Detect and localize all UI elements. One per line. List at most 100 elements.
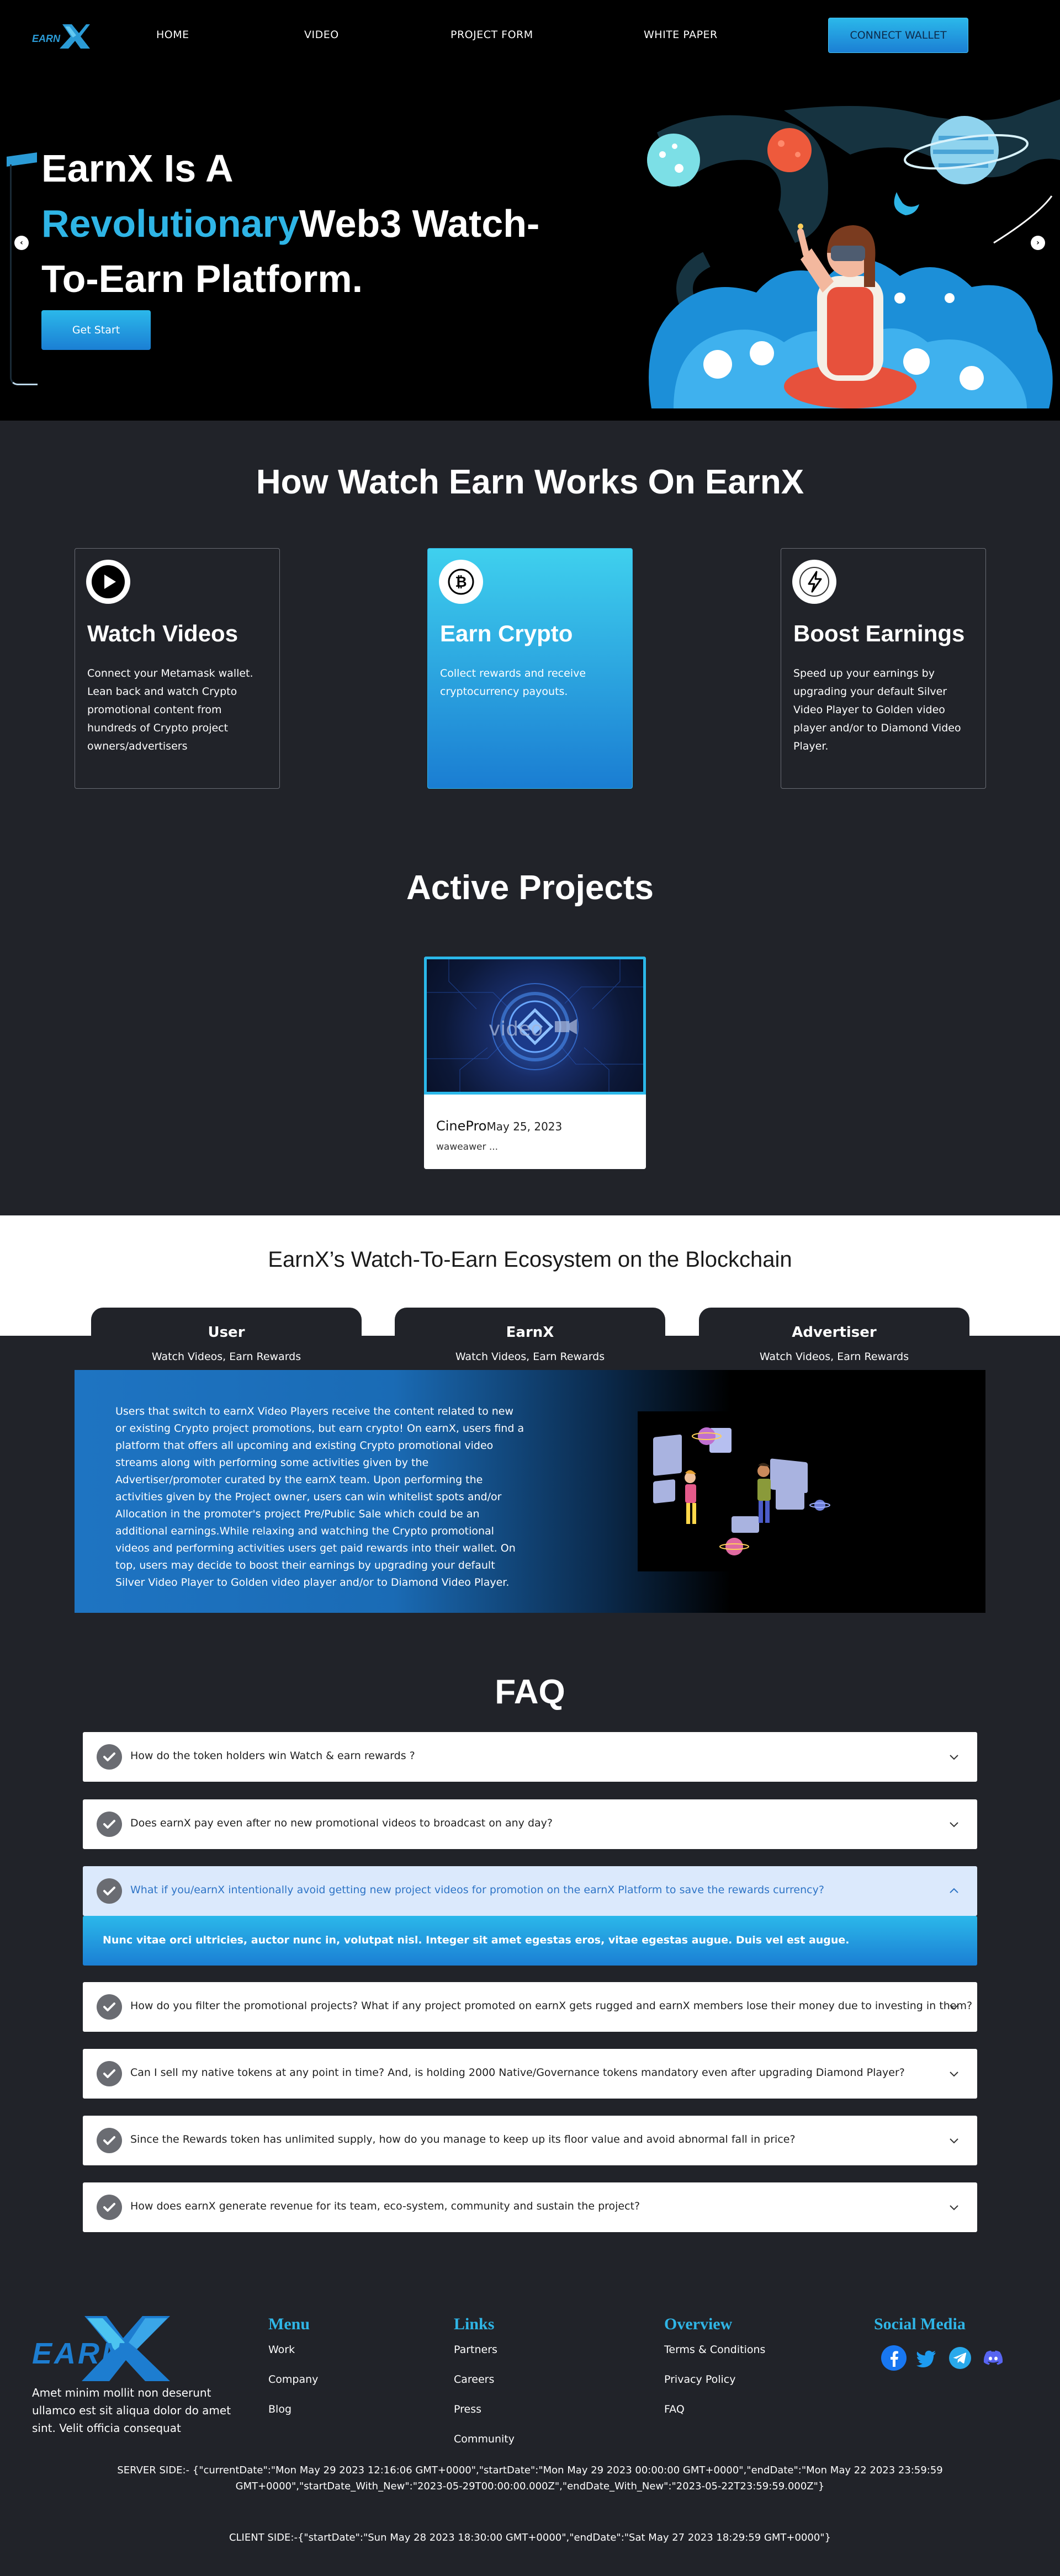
hero-title-line2: Web3 Watch- — [299, 202, 540, 245]
hero-title-line3: To-Earn Platform. — [41, 257, 363, 300]
nav-link-home[interactable]: HOME — [156, 29, 189, 41]
chevron-up-icon[interactable] — [947, 1884, 961, 1898]
ecosystem-panel: Users that switch to earnX Video Players… — [75, 1370, 985, 1613]
chevron-down-icon[interactable] — [947, 2000, 961, 2014]
tab-subtitle: Watch Videos, Earn Rewards — [759, 1351, 909, 1363]
footer-about-text: Amet minim mollit non deserunt ullamco e… — [32, 2386, 231, 2435]
project-card[interactable]: video CineProMay 25, 2023 waweawer ... — [424, 957, 646, 1169]
facebook-icon[interactable] — [881, 2345, 907, 2371]
chevron-down-icon[interactable] — [947, 1750, 961, 1764]
faq-item[interactable]: How does earnX generate revenue for its … — [83, 2182, 977, 2232]
chevron-down-icon[interactable] — [947, 2201, 961, 2214]
faq-item[interactable]: How do you filter the promotional projec… — [83, 1982, 977, 2032]
footer-menu-heading: Menu — [268, 2315, 310, 2333]
check-circle-icon — [97, 2195, 122, 2220]
telegram-icon[interactable] — [947, 2345, 973, 2371]
footer-links-heading: Links — [454, 2315, 495, 2333]
check-circle-icon — [97, 1994, 122, 2020]
faq-question: What if you/earnX intentionally avoid ge… — [130, 1884, 824, 1896]
faq-item[interactable]: Since the Rewards token has unlimited su… — [83, 2116, 977, 2165]
faq-question: Does earnX pay even after no new promoti… — [130, 1817, 553, 1829]
footer-link-partners[interactable]: Partners — [454, 2344, 497, 2356]
footer-link-faq[interactable]: FAQ — [664, 2403, 685, 2415]
ecosystem-illustration — [638, 1411, 836, 1571]
faq-question: How do you filter the promotional projec… — [130, 2000, 973, 2012]
project-title[interactable]: CineProMay 25, 2023 — [436, 1118, 562, 1134]
card-text: Collect rewards and receive cryptocurren… — [440, 667, 586, 698]
chevron-down-icon[interactable] — [947, 2067, 961, 2080]
footer-link-work[interactable]: Work — [268, 2344, 295, 2356]
earnx-logo[interactable]: EARN — [32, 2316, 176, 2381]
get-start-button[interactable]: Get Start — [41, 310, 151, 350]
faq-question: Can I sell my native tokens at any point… — [130, 2067, 905, 2079]
active-projects-title: Active Projects — [406, 869, 654, 907]
project-date: May 25, 2023 — [486, 1120, 563, 1133]
faq-question: How does earnX generate revenue for its … — [130, 2200, 640, 2212]
faq-item[interactable]: How do the token holders win Watch & ear… — [83, 1732, 977, 1782]
faq-title: FAQ — [495, 1673, 565, 1711]
footer-link-blog[interactable]: Blog — [268, 2403, 292, 2415]
chevron-down-icon[interactable] — [947, 2134, 961, 2147]
card-title: Watch Videos — [87, 620, 239, 646]
hero-title: EarnX Is A RevolutionaryWeb3 Watch- To-E… — [41, 141, 539, 306]
footer-link-community[interactable]: Community — [454, 2433, 515, 2445]
tab-title: Advertiser — [792, 1324, 877, 1341]
card-title: Earn Crypto — [440, 620, 573, 646]
hero-accent-line — [10, 164, 38, 385]
svg-text:EARN: EARN — [32, 33, 61, 44]
faq-item[interactable]: What if you/earnX intentionally avoid ge… — [83, 1866, 977, 1916]
lightning-icon — [792, 560, 836, 604]
footer-social-heading: Social Media — [874, 2315, 966, 2333]
twitter-icon[interactable] — [914, 2345, 940, 2371]
project-thumbnail[interactable]: video — [424, 957, 646, 1095]
check-circle-icon — [97, 1878, 122, 1904]
tab-title: User — [208, 1324, 245, 1341]
chevron-down-icon[interactable] — [947, 1818, 961, 1831]
project-name: CinePro — [436, 1118, 487, 1134]
top-navbar: EARN HOME VIDEO PROJECT FORM WHITE PAPER… — [0, 0, 1060, 72]
svg-text:EARN: EARN — [32, 2337, 125, 2370]
footer-overview-heading: Overview — [664, 2315, 733, 2333]
footer-link-privacy[interactable]: Privacy Policy — [664, 2373, 735, 2386]
footer-link-company[interactable]: Company — [268, 2373, 318, 2386]
server-side-debug-line2: GMT+0000","startDate_With_New":"2023-05-… — [235, 2481, 825, 2492]
footer: EARN Amet minim mollit non deserunt ulla… — [0, 2293, 1060, 2576]
hero-illustration — [647, 99, 1060, 408]
check-circle-icon — [97, 2128, 122, 2153]
hero-carousel: EarnX Is A RevolutionaryWeb3 Watch- To-E… — [0, 72, 1060, 421]
faq-answer-panel: Nunc vitae orci ultricies, auctor nunc i… — [83, 1916, 977, 1966]
hero-title-highlight: Revolutionary — [41, 202, 299, 245]
card-text: Speed up your earnings by upgrading your… — [793, 667, 961, 752]
footer-link-careers[interactable]: Careers — [454, 2373, 494, 2386]
tab-title: EarnX — [506, 1324, 554, 1341]
footer-link-terms[interactable]: Terms & Conditions — [664, 2344, 765, 2356]
connect-wallet-button[interactable]: CONNECT WALLET — [828, 18, 968, 53]
server-side-debug-line1: SERVER SIDE:- {"currentDate":"Mon May 29… — [117, 2465, 943, 2476]
check-circle-icon — [97, 1744, 122, 1770]
svg-text:video: video — [489, 1018, 543, 1040]
client-side-debug-line: CLIENT SIDE:-{"startDate":"Sun May 28 20… — [229, 2532, 831, 2543]
faq-answer-text: Nunc vitae orci ultricies, auctor nunc i… — [103, 1934, 850, 1946]
nav-link-video[interactable]: VIDEO — [304, 29, 339, 41]
feature-card-watch-videos: Watch Videos Connect your Metamask walle… — [75, 548, 280, 789]
feature-card-earn-crypto: ₿ Earn Crypto Collect rewards and receiv… — [427, 548, 633, 789]
footer-link-press[interactable]: Press — [454, 2403, 481, 2415]
faq-question: Since the Rewards token has unlimited su… — [130, 2133, 796, 2145]
earnx-logo[interactable]: EARN — [32, 23, 90, 50]
faq-item[interactable]: Does earnX pay even after no new promoti… — [83, 1799, 977, 1849]
carousel-prev-icon[interactable]: ‹ — [14, 236, 29, 250]
how-it-works-title: How Watch Earn Works On EarnX — [256, 463, 804, 501]
check-circle-icon — [97, 2061, 122, 2086]
check-circle-icon — [97, 1812, 122, 1837]
faq-item[interactable]: Can I sell my native tokens at any point… — [83, 2049, 977, 2099]
nav-link-project-form[interactable]: PROJECT FORM — [451, 29, 533, 41]
tab-subtitle: Watch Videos, Earn Rewards — [151, 1351, 301, 1363]
card-text: Connect your Metamask wallet. Lean back … — [87, 667, 253, 752]
bitcoin-icon: ₿ — [439, 560, 483, 604]
discord-icon[interactable] — [980, 2345, 1006, 2371]
feature-card-boost-earnings: Boost Earnings Speed up your earnings by… — [781, 548, 986, 789]
svg-text:₿: ₿ — [455, 574, 467, 591]
project-subtitle: waweawer ... — [436, 1141, 499, 1152]
play-icon — [86, 560, 130, 604]
nav-link-white-paper[interactable]: WHITE PAPER — [644, 29, 718, 41]
